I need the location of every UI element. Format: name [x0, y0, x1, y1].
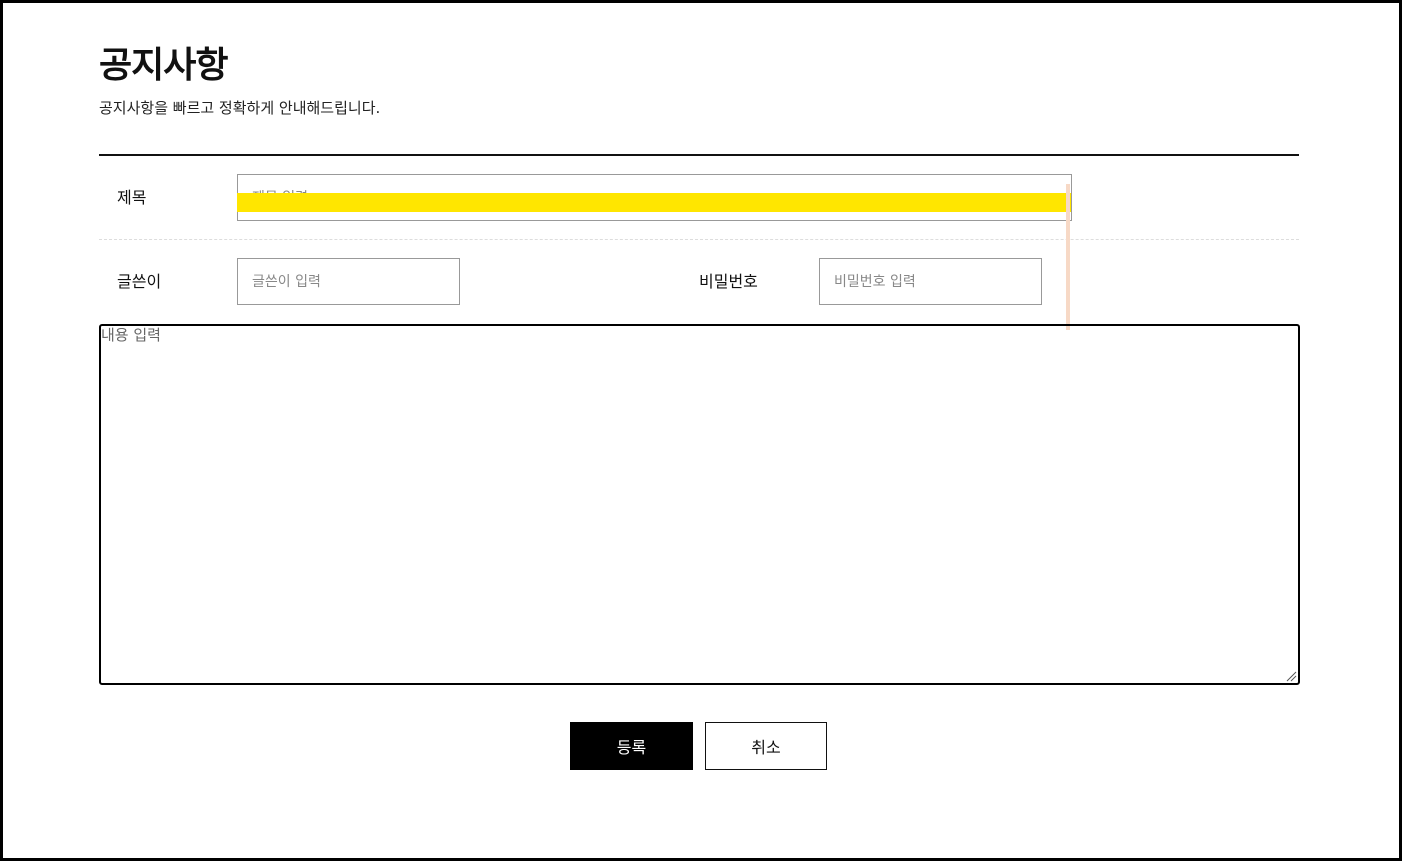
cancel-button[interactable]: 취소 [705, 722, 827, 770]
writer-input[interactable] [237, 258, 460, 305]
title-label: 제목 [117, 188, 147, 207]
row-divider [99, 239, 1299, 240]
page-title: 공지사항 [99, 45, 228, 86]
page-subtitle: 공지사항을 빠르고 정확하게 안내해드립니다. [99, 99, 381, 117]
submit-button[interactable]: 등록 [570, 722, 693, 770]
password-input[interactable] [819, 258, 1042, 305]
password-label: 비밀번호 [699, 272, 758, 291]
header-divider [99, 154, 1299, 156]
content-textarea[interactable] [99, 324, 1300, 685]
accent-line [1066, 184, 1070, 330]
title-highlight-marker [237, 193, 1071, 212]
resize-grip-icon[interactable] [1285, 670, 1297, 682]
writer-label: 글쓴이 [117, 272, 162, 291]
